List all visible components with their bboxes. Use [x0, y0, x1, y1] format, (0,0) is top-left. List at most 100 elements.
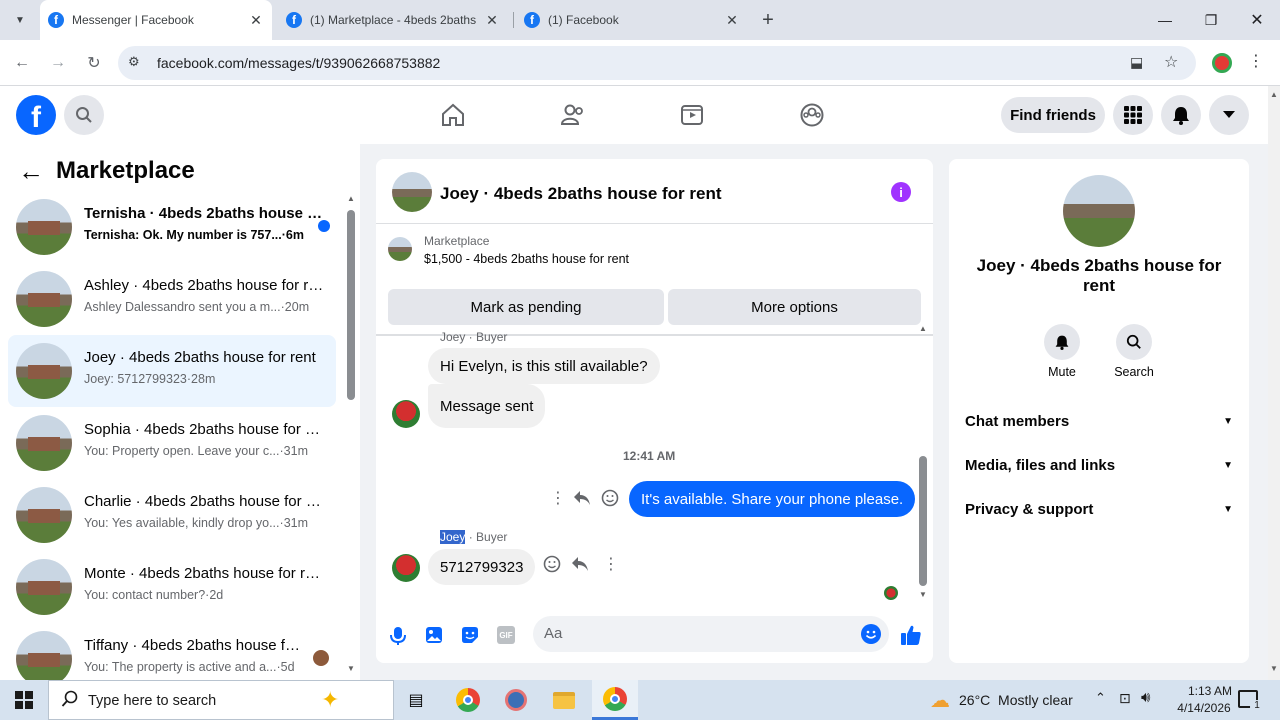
scroll-down-arrow-icon[interactable]: ▼: [347, 664, 355, 673]
photo-icon[interactable]: [425, 626, 443, 649]
maximize-icon[interactable]: ❐: [1188, 0, 1234, 40]
search-icon[interactable]: [64, 95, 104, 135]
listing-thumbnail-small[interactable]: [388, 237, 412, 261]
close-tab-icon[interactable]: ✕: [484, 12, 500, 29]
tab-facebook[interactable]: f (1) Facebook ✕: [516, 0, 748, 40]
mute-bell-icon[interactable]: [1044, 324, 1080, 360]
tab-search-dropdown-icon[interactable]: ▼: [8, 8, 32, 32]
voice-clip-icon[interactable]: [390, 626, 406, 651]
scroll-down-arrow-icon[interactable]: ▼: [919, 590, 927, 599]
find-friends-button[interactable]: Find friends: [1001, 97, 1105, 133]
facebook-logo-icon[interactable]: f: [16, 95, 56, 135]
minimize-icon[interactable]: —: [1142, 0, 1188, 40]
react-emoji-icon[interactable]: [543, 555, 561, 578]
notifications-bell-icon[interactable]: [1161, 95, 1201, 135]
back-arrow-icon[interactable]: ←: [18, 156, 44, 186]
scrollbar-thumb[interactable]: [919, 456, 927, 586]
video-icon[interactable]: [679, 102, 705, 133]
scroll-up-arrow-icon[interactable]: ▲: [919, 324, 927, 333]
address-bar[interactable]: ⚙ facebook.com/messages/t/93906266875388…: [118, 46, 1196, 80]
new-tab-icon[interactable]: +: [756, 8, 780, 32]
chat-title[interactable]: Joey · 4beds 2baths house for rent: [440, 184, 722, 204]
show-hidden-icons[interactable]: ⌃: [1095, 690, 1106, 706]
scrollbar-thumb[interactable]: [347, 210, 355, 400]
listing-title[interactable]: $1,500 - 4beds 2baths house for rent: [424, 252, 629, 266]
sticker-icon[interactable]: [461, 626, 479, 649]
weather-text[interactable]: 26°C Mostly clear: [959, 692, 1073, 708]
gif-icon[interactable]: GIF: [497, 626, 515, 644]
conversation-details-panel: Joey · 4beds 2baths house for rent Mute …: [949, 159, 1249, 663]
sidebar-scrollbar[interactable]: ▲ ▼: [344, 194, 356, 674]
app-icon[interactable]: [496, 680, 536, 720]
back-icon[interactable]: ←: [8, 49, 36, 77]
message-input[interactable]: Aa: [533, 616, 889, 652]
message-bubble-received[interactable]: Hi Evelyn, is this still available?: [428, 348, 660, 384]
file-explorer-icon[interactable]: [544, 680, 584, 720]
chat-header-thumbnail[interactable]: [392, 172, 432, 212]
message-more-icon[interactable]: ⋮: [550, 488, 566, 508]
tab-marketplace[interactable]: f (1) Marketplace - 4beds 2baths ✕: [278, 0, 508, 40]
task-view-icon[interactable]: ▤: [396, 680, 436, 720]
taskbar-search-box[interactable]: Type here to search ✦: [48, 680, 394, 720]
like-thumbs-up-icon[interactable]: [900, 624, 922, 651]
account-menu-icon[interactable]: [1209, 95, 1249, 135]
close-tab-icon[interactable]: ✕: [248, 12, 264, 29]
privacy-support-section[interactable]: Privacy & support ▼: [965, 501, 1233, 518]
bookmark-star-icon[interactable]: ☆: [1164, 52, 1178, 72]
message-bubble-received[interactable]: Message sent: [428, 384, 546, 428]
conversation-item[interactable]: Monte · 4beds 2baths house for rent You:…: [8, 551, 336, 623]
listing-thumbnail: [16, 631, 72, 687]
home-icon[interactable]: [440, 102, 466, 133]
clock-date[interactable]: 4/14/2026: [1164, 701, 1244, 715]
listing-thumbnail: [16, 343, 72, 399]
chevron-down-icon: ▼: [1223, 504, 1233, 515]
reply-icon[interactable]: [573, 490, 591, 511]
chat-scrollbar[interactable]: ▲ ▼: [917, 324, 929, 599]
conversation-item[interactable]: Ashley · 4beds 2baths house for rent Ash…: [8, 263, 336, 335]
weather-icon[interactable]: ☁: [926, 680, 954, 720]
profile-avatar-icon[interactable]: [1212, 53, 1232, 73]
message-more-icon[interactable]: ⋮: [603, 554, 619, 574]
mark-as-pending-button[interactable]: Mark as pending: [388, 289, 664, 325]
groups-icon[interactable]: [799, 102, 825, 133]
chat-members-section[interactable]: Chat members ▼: [965, 413, 1233, 430]
search-icon: [61, 690, 79, 713]
browser-menu-icon[interactable]: ⋮: [1248, 51, 1264, 71]
reload-icon[interactable]: ↻: [80, 49, 108, 77]
close-tab-icon[interactable]: ✕: [724, 12, 740, 29]
react-emoji-icon[interactable]: [601, 489, 619, 512]
conversation-item-selected[interactable]: Joey · 4beds 2baths house for rent Joey:…: [8, 335, 336, 407]
details-thumbnail[interactable]: [1063, 175, 1135, 247]
close-window-icon[interactable]: ✕: [1234, 0, 1280, 40]
tab-messenger[interactable]: f Messenger | Facebook ✕: [40, 0, 272, 40]
scroll-down-arrow-icon[interactable]: ▼: [1270, 664, 1278, 673]
sender-avatar[interactable]: [392, 554, 420, 582]
network-icon[interactable]: ⊡: [1119, 690, 1131, 707]
search-conversation-icon[interactable]: [1116, 324, 1152, 360]
windows-start-icon[interactable]: [0, 680, 48, 720]
scroll-up-arrow-icon[interactable]: ▲: [1270, 90, 1278, 99]
chrome-profile-icon[interactable]: [448, 680, 488, 720]
more-options-button[interactable]: More options: [668, 289, 921, 325]
menu-grid-icon[interactable]: [1113, 95, 1153, 135]
volume-icon[interactable]: 🔊︎: [1141, 689, 1150, 706]
forward-icon[interactable]: →: [44, 49, 72, 77]
message-bubble-received[interactable]: 5712799323: [428, 549, 536, 585]
install-app-icon[interactable]: ⬓: [1130, 54, 1143, 71]
emoji-picker-icon[interactable]: [861, 624, 881, 644]
scroll-up-arrow-icon[interactable]: ▲: [347, 194, 355, 203]
conversation-item[interactable]: Charlie · 4beds 2baths house for rent Yo…: [8, 479, 336, 551]
conversation-item[interactable]: Sophia · 4beds 2baths house for rent You…: [8, 407, 336, 479]
taskbar-search-placeholder: Type here to search: [88, 693, 217, 709]
message-bubble-sent[interactable]: It's available. Share your phone please.: [629, 481, 916, 517]
friends-icon[interactable]: [560, 102, 586, 133]
conversation-item[interactable]: Ternisha · 4beds 2baths house for rent T…: [8, 191, 336, 263]
chrome-taskbar-icon[interactable]: [592, 680, 638, 720]
page-scrollbar[interactable]: ▲ ▼: [1268, 86, 1280, 680]
reply-icon[interactable]: [571, 556, 589, 577]
media-files-links-section[interactable]: Media, files and links ▼: [965, 457, 1233, 474]
conversation-preview: You: The property is active and a...·5d: [84, 660, 295, 674]
site-info-icon[interactable]: ⚙: [128, 54, 140, 70]
sender-avatar[interactable]: [392, 400, 420, 428]
conversation-info-icon[interactable]: i: [891, 182, 911, 202]
